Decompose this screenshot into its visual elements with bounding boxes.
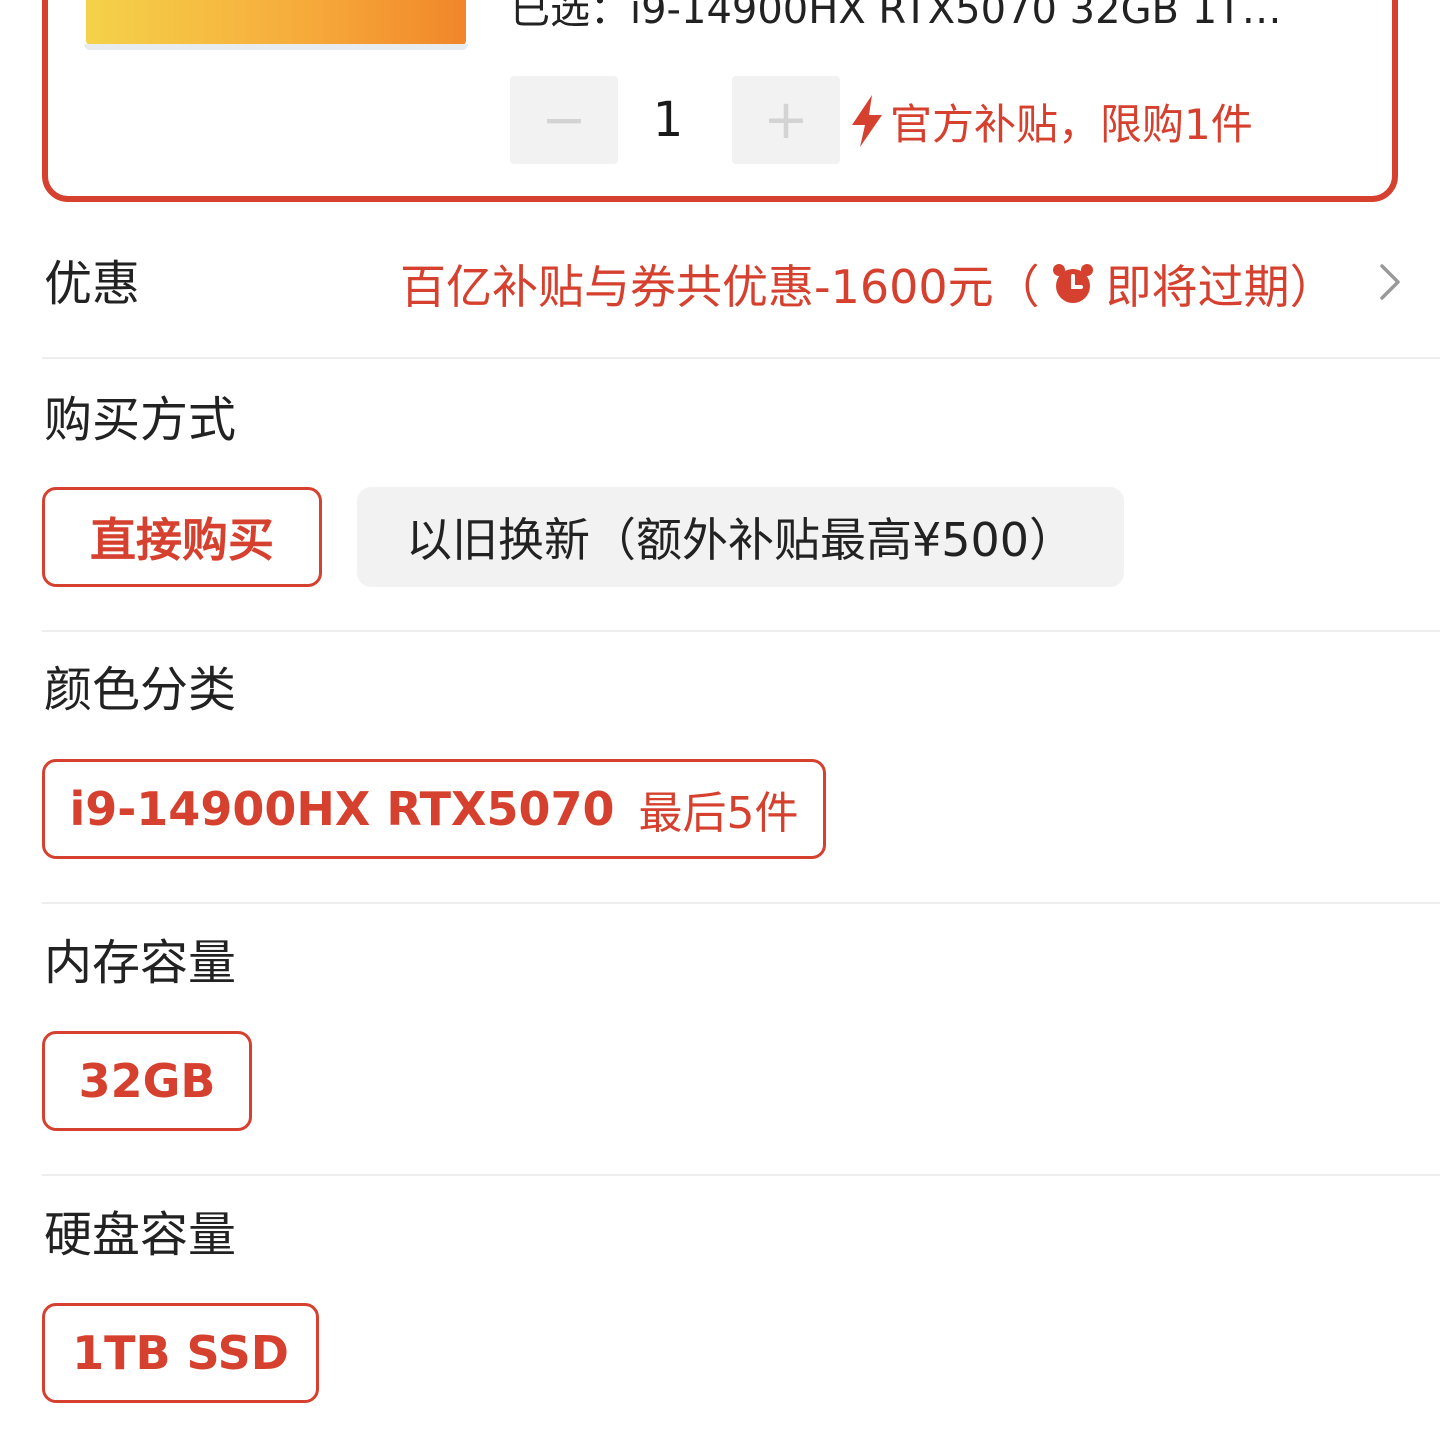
selected-summary: 已选：i9-14900HX RTX5070 32GB 1T… (510, 0, 1282, 33)
option-trade-in[interactable]: 以旧换新（额外补贴最高¥500） (357, 487, 1124, 587)
storage-label: 硬盘容量 (44, 1207, 237, 1263)
purchase-limit-notice: 官方补贴，限购1件 (848, 86, 1253, 156)
product-thumbnail (86, 0, 466, 46)
quantity-value[interactable]: 1 (608, 84, 728, 156)
color-label: 颜色分类 (44, 662, 237, 718)
memory-label: 内存容量 (44, 935, 237, 991)
chevron-right-icon[interactable] (1376, 262, 1404, 302)
limit-text: 官方补贴，限购1件 (890, 99, 1253, 149)
promo-text-before: 百亿补贴与券共优惠-1600元（ (400, 260, 1040, 314)
promo-text-after: 即将过期） (1105, 260, 1336, 314)
promo-label: 优惠 (44, 256, 141, 312)
divider (42, 1174, 1440, 1176)
option-direct-buy[interactable]: 直接购买 (42, 487, 322, 587)
option-color[interactable]: i9-14900HX RTX5070 最后5件 (42, 759, 826, 859)
decrement-button[interactable]: − (510, 76, 618, 164)
increment-button[interactable]: + (732, 76, 840, 164)
minus-icon: − (541, 88, 587, 151)
thumbnail-edge (84, 44, 468, 50)
divider (42, 902, 1440, 904)
divider (42, 630, 1440, 632)
plus-icon: + (763, 88, 809, 151)
option-memory[interactable]: 32GB (42, 1031, 252, 1131)
sku-selection-page: 已选：i9-14900HX RTX5070 32GB 1T… − 1 + 官方补… (0, 0, 1440, 1440)
selected-product-card: 已选：i9-14900HX RTX5070 32GB 1T… − 1 + 官方补… (42, 0, 1398, 202)
stock-tag: 最后5件 (638, 788, 799, 839)
option-storage[interactable]: 1TB SSD (42, 1303, 319, 1403)
promo-row[interactable]: 百亿补贴与券共优惠-1600元（ 即将过期） (400, 252, 1400, 316)
alarm-clock-icon (1052, 264, 1093, 303)
purchase-method-label: 购买方式 (44, 392, 237, 448)
color-option-label: i9-14900HX RTX5070 (69, 782, 615, 836)
lightning-icon (852, 95, 882, 147)
divider (42, 357, 1440, 359)
